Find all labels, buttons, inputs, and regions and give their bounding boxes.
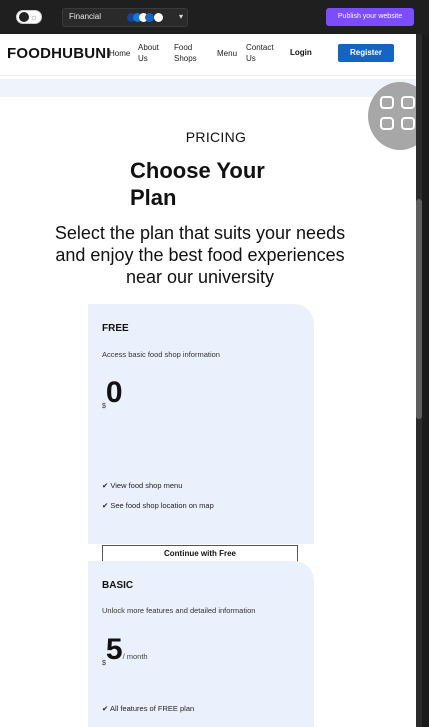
page-subtitle: Select the plan that suits your needs an… xyxy=(36,222,364,288)
plan-price: $0 xyxy=(102,376,123,410)
color-swatches xyxy=(127,13,163,22)
plan-card-basic: BASIC Unlock more features and detailed … xyxy=(88,561,314,727)
nav-home[interactable]: Home xyxy=(109,48,130,59)
toggle-knob xyxy=(19,12,29,22)
plan-description: Unlock more features and detailed inform… xyxy=(102,606,256,615)
login-link[interactable]: Login xyxy=(290,48,312,57)
theme-select-value: Financial xyxy=(69,12,102,21)
theme-mode-toggle[interactable]: ☼ xyxy=(16,10,42,24)
page-title: Choose Your Plan xyxy=(130,157,290,211)
chevron-down-icon: ▾ xyxy=(178,12,183,21)
site-navbar: FOODHUBUNI Home About Us Food Shops Menu… xyxy=(0,34,418,76)
price-period: / month xyxy=(122,652,148,661)
plan-feature: ✔ All features of FREE plan xyxy=(102,704,195,713)
section-label: PRICING xyxy=(185,129,247,145)
plan-card-free: FREE Access basic food shop information … xyxy=(88,304,314,563)
register-button[interactable]: Register xyxy=(338,44,394,62)
theme-select[interactable]: Financial ▾ xyxy=(62,8,188,27)
plan-title: BASIC xyxy=(102,580,134,591)
nav-about[interactable]: About Us xyxy=(138,42,159,64)
nav-food-shops[interactable]: Food Shops xyxy=(174,42,197,64)
editor-toolbar: ☼ Financial ▾ Publish your website xyxy=(0,0,429,34)
price-amount: 5 xyxy=(105,633,123,666)
plan-feature: ✔ See food shop location on map xyxy=(102,501,214,510)
plan-title: FREE xyxy=(102,323,129,334)
nav-food-line2: Shops xyxy=(174,54,197,63)
page-title-line2: Plan xyxy=(130,185,177,210)
site-logo[interactable]: FOODHUBUNI xyxy=(7,45,111,62)
page-title-line1: Choose Your xyxy=(130,158,265,183)
nav-menu[interactable]: Menu xyxy=(217,48,237,59)
plan-feature: ✔ View food shop menu xyxy=(102,481,183,490)
grid-cell xyxy=(401,117,415,130)
hero-strip xyxy=(0,79,418,97)
nav-about-line1: About xyxy=(138,43,159,52)
swatch-mid-blue xyxy=(145,13,154,22)
plan-description: Access basic food shop information xyxy=(102,350,220,359)
subtitle-line3: near our university xyxy=(125,267,275,287)
grid-cell xyxy=(380,96,394,109)
nav-contact[interactable]: Contact Us xyxy=(246,42,274,64)
grid-cell xyxy=(380,117,394,130)
website-preview: FOODHUBUNI Home About Us Food Shops Menu… xyxy=(0,34,418,727)
plan-price: $5/ month xyxy=(102,633,148,667)
nav-food-line1: Food xyxy=(174,43,193,52)
sun-icon: ☼ xyxy=(29,12,38,22)
price-amount: 0 xyxy=(105,376,123,409)
nav-about-line2: Us xyxy=(138,54,148,63)
grid-cell xyxy=(401,96,415,109)
subtitle-line2: and enjoy the best food experiences xyxy=(55,245,345,265)
subtitle-line1: Select the plan that suits your needs xyxy=(54,223,346,243)
window-edge xyxy=(422,34,429,727)
swatch-white-2 xyxy=(154,13,163,22)
publish-button[interactable]: Publish your website xyxy=(326,8,414,26)
nav-contact-line2: Us xyxy=(246,54,256,63)
nav-contact-line1: Contact xyxy=(246,43,274,52)
